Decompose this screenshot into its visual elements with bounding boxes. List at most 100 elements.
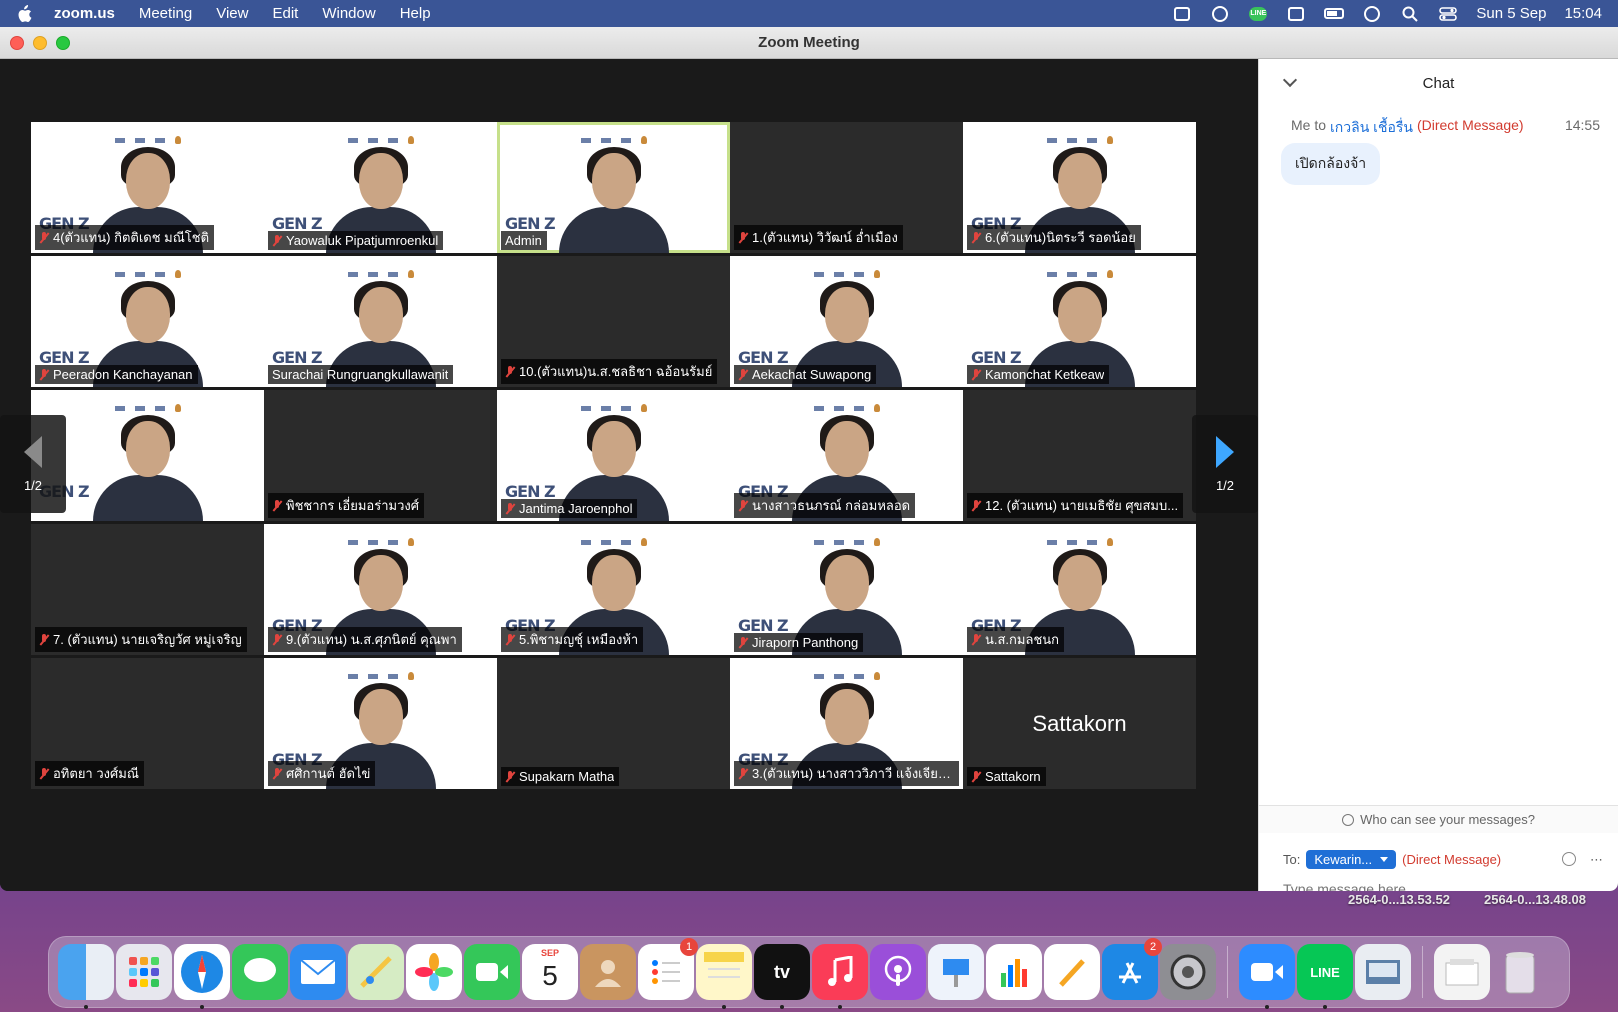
message-meta: Me to เกวลิน เชื้อรื่น (Direct Message) <box>1291 117 1524 139</box>
participant-tile[interactable]: GEN Z Yaowaluk Pipatjumroenkul <box>264 122 497 253</box>
participant-tile[interactable]: 1.(ตัวแทน) วิวัฒน์ อ่ำเมือง <box>730 122 963 253</box>
messages-icon[interactable] <box>232 944 288 1000</box>
participant-name-label: Sattakorn <box>967 767 1046 786</box>
previous-page-button[interactable]: 1/2 <box>0 415 66 513</box>
close-window-button[interactable] <box>10 36 24 50</box>
menu-meeting[interactable]: Meeting <box>139 5 192 22</box>
participant-tile[interactable]: GEN Z Jiraporn Panthong <box>730 524 963 655</box>
participant-tile[interactable]: GEN Z ศศิกานต์ ฮัดไข่ <box>264 658 497 789</box>
mail-icon[interactable] <box>290 944 346 1000</box>
preview-icon[interactable] <box>1355 944 1411 1000</box>
system-preferences-icon[interactable] <box>1160 944 1216 1000</box>
participant-tile[interactable]: GEN Z Admin <box>497 122 730 253</box>
control-center-icon[interactable] <box>1438 6 1458 22</box>
app-store-icon[interactable]: 2 <box>1102 938 1162 1000</box>
contacts-icon[interactable] <box>580 944 636 1000</box>
participant-tile[interactable]: อทิตยา วงศ์มณี <box>31 658 264 789</box>
participant-tile[interactable]: Supakarn Matha <box>497 658 730 789</box>
maps-icon[interactable] <box>348 944 404 1000</box>
participant-tile[interactable]: GEN Z 5.พิชามญชุ์ เหมืองห้า <box>497 524 730 655</box>
facetime-icon[interactable] <box>464 944 520 1000</box>
participant-tile[interactable]: Sattakorn Sattakorn <box>963 658 1196 789</box>
maximize-window-button[interactable] <box>56 36 70 50</box>
participant-tile[interactable]: พิชชากร เอี่ยมอร่ามวงศ์ <box>264 390 497 521</box>
numbers-icon[interactable] <box>986 944 1042 1000</box>
launchpad-icon[interactable] <box>116 944 172 1000</box>
minimize-window-button[interactable] <box>33 36 47 50</box>
participant-tile[interactable]: GEN Z น.ส.กมลชนก <box>963 524 1196 655</box>
notes-icon[interactable] <box>696 944 752 1009</box>
podcasts-icon[interactable] <box>870 944 926 1000</box>
photos-icon[interactable] <box>406 944 462 1000</box>
apple-icon[interactable] <box>16 4 34 23</box>
emoji-icon[interactable] <box>1562 851 1576 866</box>
participant-tile[interactable]: GEN Z นางสาวธนภรณ์ กล่อมหลอด <box>730 390 963 521</box>
menu-edit[interactable]: Edit <box>272 5 298 22</box>
mic-muted-icon <box>39 633 49 646</box>
line-status-icon[interactable]: LINE <box>1248 6 1268 22</box>
battery-icon[interactable] <box>1324 6 1345 22</box>
keynote-icon[interactable] <box>928 944 984 1000</box>
who-can-see-link[interactable]: Who can see your messages? <box>1259 805 1618 833</box>
music-icon[interactable] <box>812 944 868 1009</box>
calendar-icon[interactable]: SEP 5 <box>522 944 578 1000</box>
participant-tile[interactable]: GEN Z Surachai Rungruangkullawanit <box>264 256 497 387</box>
apple-tv-label: tv <box>773 961 790 982</box>
recipient-dropdown[interactable]: Kewarin... <box>1306 850 1397 869</box>
page-indicator: 1/2 <box>23 477 43 493</box>
pages-icon[interactable] <box>1044 944 1100 1000</box>
participant-tile[interactable]: GEN Z Aekachat Suwapong <box>730 256 963 387</box>
menubar-time[interactable]: 15:04 <box>1564 5 1602 22</box>
more-options-icon[interactable]: ⋯ <box>1590 852 1603 868</box>
apple-tv-icon[interactable]: tv <box>754 944 810 1009</box>
next-page-button[interactable]: 1/2 <box>1192 415 1258 513</box>
notion-icon[interactable] <box>1286 6 1306 22</box>
menu-window[interactable]: Window <box>322 5 375 22</box>
participant-name: 12. (ตัวแทน) นายเมธิชัย ศุขสมบ... <box>985 498 1179 513</box>
participant-tile[interactable]: 10.(ตัวแทน)น.ส.ชลธิชา ฉอ้อนรัมย์ <box>497 256 730 387</box>
menu-view[interactable]: View <box>216 5 248 22</box>
chat-message-bubble[interactable]: เปิดกล้องจ้า <box>1281 143 1381 185</box>
participant-name: 1.(ตัวแทน) วิวัฒน์ อ่ำเมือง <box>752 230 898 245</box>
event-banner-logos <box>347 270 414 278</box>
participant-tile[interactable]: GEN Z Kamonchat Ketkeaw <box>963 256 1196 387</box>
reminders-icon[interactable]: 1 <box>638 938 698 1000</box>
desktop-file-label[interactable]: 2564-0...13.53.52 <box>1348 892 1450 907</box>
participant-tile[interactable]: GEN Z Jantima Jaroenphol <box>497 390 730 521</box>
participant-tile[interactable]: GEN Z 4(ตัวแทน) กิตติเดช มณีโชติ <box>31 122 264 253</box>
mic-muted-icon <box>272 767 282 780</box>
participant-name: Jantima Jaroenphol <box>519 501 633 516</box>
trash-icon[interactable] <box>1492 944 1548 1000</box>
participant-name: Admin <box>505 233 542 248</box>
participant-name: Kamonchat Ketkeaw <box>985 367 1105 382</box>
app-menu-zoom[interactable]: zoom.us <box>54 5 115 22</box>
message-time: 14:55 <box>1564 117 1600 133</box>
safari-icon[interactable] <box>174 944 230 1009</box>
participant-tile[interactable]: 12. (ตัวแทน) นายเมธิชัย ศุขสมบ... <box>963 390 1196 521</box>
event-banner-logos <box>347 538 414 546</box>
creative-cloud-icon[interactable] <box>1210 5 1230 22</box>
line-icon[interactable]: LINE <box>1297 944 1353 1009</box>
zoom-icon[interactable] <box>1239 944 1295 1009</box>
mic-muted-icon <box>505 633 515 646</box>
menubar-date[interactable]: Sun 5 Sep <box>1476 5 1546 22</box>
menu-help[interactable]: Help <box>400 5 431 22</box>
zoom-status-icon[interactable] <box>1172 6 1192 22</box>
participant-name: 6.(ตัวแทน)นิตระวี รอดน้อย <box>985 230 1136 245</box>
downloads-stack-icon[interactable] <box>1434 944 1490 1000</box>
finder-icon[interactable] <box>58 944 114 1009</box>
chat-message-input[interactable] <box>1283 881 1603 891</box>
message-recipient[interactable]: เกวลิน เชื้อรื่น <box>1330 117 1413 139</box>
chevron-down-icon[interactable] <box>1282 72 1298 88</box>
participant-tile[interactable]: GEN Z 6.(ตัวแทน)นิตระวี รอดน้อย <box>963 122 1196 253</box>
participant-tile[interactable]: GEN Z Peeradon Kanchayanan <box>31 256 264 387</box>
search-icon[interactable] <box>1400 6 1420 22</box>
participant-tile[interactable]: GEN Z 9.(ตัวแทน) น.ส.ศุภนิตย์ คุณพา <box>264 524 497 655</box>
participant-name: 5.พิชามญชุ์ เหมืองห้า <box>519 632 639 647</box>
airplay-icon[interactable] <box>1362 5 1382 22</box>
participant-tile[interactable]: 7. (ตัวแทน) นายเจริญวัศ หมู่เจริญ <box>31 524 264 655</box>
desktop-file-label[interactable]: 2564-0...13.48.08 <box>1484 892 1586 907</box>
mic-muted-icon <box>738 767 748 780</box>
event-banner-logos <box>347 136 414 144</box>
participant-tile[interactable]: GEN Z 3.(ตัวแทน) นางสาววิภาวี แจ้งเจียน..… <box>730 658 963 789</box>
